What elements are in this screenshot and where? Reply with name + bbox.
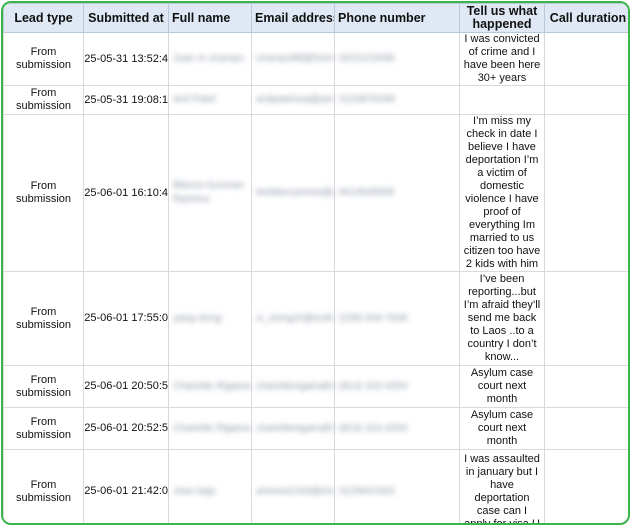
submitted-at-cell: 2025-06-01 21:42:0 [83, 449, 169, 523]
submitted-at-cell: 2025-06-01 20:50:5 [83, 365, 169, 408]
table-row[interactable]: From submission 2025-06-01 17:55:0 yang … [3, 271, 628, 366]
lead-type-cell: From submission [3, 407, 84, 450]
phone-cell: (814) 316-4254 [334, 365, 460, 408]
full-name-cell: Anil Patel [168, 85, 252, 115]
table-row[interactable]: From submission 2025-05-31 13:52:4 Juan … [3, 32, 628, 86]
lead-type-cell: From submission [3, 449, 84, 523]
full-name-cell: yang xiong [168, 271, 252, 366]
call-duration-cell [544, 271, 628, 366]
story-cell: I was convicted of crime and I have been… [459, 32, 545, 86]
story-cell: Asylum case court next month [459, 407, 545, 450]
submitted-at-cell: 2025-05-31 13:52:4 [83, 32, 169, 86]
call-duration-cell [544, 32, 628, 86]
leads-table: Lead type Submitted at Full name Email a… [3, 3, 628, 523]
call-duration-cell [544, 407, 628, 450]
submitted-at-cell: 2025-06-01 16:10:4 [83, 114, 169, 272]
call-duration-cell [544, 365, 628, 408]
header-email-address[interactable]: Email address [251, 3, 335, 33]
full-name-cell: Blanca Guzman Ramirez [168, 114, 252, 272]
table-row[interactable]: From submission 2025-05-31 19:08:1 Anil … [3, 85, 628, 115]
table-row[interactable]: From submission 2025-06-01 20:50:5 Charl… [3, 365, 628, 408]
submitted-at-text: 2025-05-31 13:52:4 [84, 52, 169, 65]
phone-cell: (239) 544-7636 [334, 271, 460, 366]
email-cell: ocampo88@hotmail.com [251, 32, 335, 86]
leads-table-frame: Lead type Submitted at Full name Email a… [1, 1, 630, 525]
submitted-at-text: 2025-06-01 16:10:4 [84, 186, 169, 199]
full-name-cell: Charlotte Rigaina [168, 407, 252, 450]
story-cell [459, 85, 545, 115]
email-cell: antonio2193@icloud.com [251, 449, 335, 523]
email-cell: anilpatelusa@aol.com [251, 85, 335, 115]
submitted-at-cell: 2025-06-01 17:55:0 [83, 271, 169, 366]
header-full-name[interactable]: Full name [168, 3, 252, 33]
call-duration-cell [544, 114, 628, 272]
story-cell: I’m miss my check in date I believe I ha… [459, 114, 545, 272]
submitted-at-text: 2025-06-01 20:50:5 [84, 380, 169, 392]
lead-type-cell: From submission [3, 114, 84, 272]
full-name-cell: Juan m ocampo [168, 32, 252, 86]
header-row: Lead type Submitted at Full name Email a… [3, 3, 628, 33]
submitted-at-text: 2025-06-01 20:52:5 [84, 422, 169, 434]
lead-type-cell: From submission [3, 365, 84, 408]
header-submitted-at[interactable]: Submitted at [83, 3, 169, 33]
lead-type-cell: From submission [3, 271, 84, 366]
header-phone-number[interactable]: Phone number [334, 3, 460, 33]
lead-type-cell: From submission [3, 32, 84, 86]
submitted-at-text: 2025-06-01 17:55:0 [84, 312, 169, 324]
lead-type-cell: From submission [3, 85, 84, 115]
story-cell: I was assaulted in january but I have de… [459, 449, 545, 523]
submitted-at-cell: 2025-05-31 19:08:1 [83, 85, 169, 115]
story-cell: Asylum case court next month [459, 365, 545, 408]
email-cell: charlotterigaina81@gmail.com [251, 407, 335, 450]
phone-cell: 3129641602 [334, 449, 460, 523]
call-duration-cell [544, 85, 628, 115]
phone-cell: (814) 316-4254 [334, 407, 460, 450]
header-lead-type[interactable]: Lead type [3, 3, 84, 33]
submitted-at-cell: 2025-06-01 20:52:5 [83, 407, 169, 450]
phone-cell: 5123876348 [334, 85, 460, 115]
email-cell: charlotterigaina81@gmail.com [251, 365, 335, 408]
header-call-duration[interactable]: Call duration [544, 3, 628, 33]
call-duration-cell [544, 449, 628, 523]
phone-cell: 3415123456 [334, 32, 460, 86]
full-name-cell: Charlotte Rigaina [168, 365, 252, 408]
table-row[interactable]: From submission 2025-06-01 21:42:0 Jose … [3, 449, 628, 523]
story-cell: I’ve been reporting...but I’m afraid the… [459, 271, 545, 366]
email-cell: xi_xiong24@outlook.com [251, 271, 335, 366]
table-row[interactable]: From submission 2025-06-01 16:10:4 Blanc… [3, 114, 628, 272]
email-cell: teeblancamora@gmail.com [251, 114, 335, 272]
table-row[interactable]: From submission 2025-06-01 20:52:5 Charl… [3, 407, 628, 450]
submitted-at-text: 2025-06-01 21:42:0 [84, 485, 169, 497]
phone-cell: 9413636656 [334, 114, 460, 272]
submitted-at-text: 2025-05-31 19:08:1 [84, 93, 169, 106]
header-tell-us-what-happened[interactable]: Tell us what happened [459, 3, 545, 33]
full-name-cell: Jose bajo [168, 449, 252, 523]
